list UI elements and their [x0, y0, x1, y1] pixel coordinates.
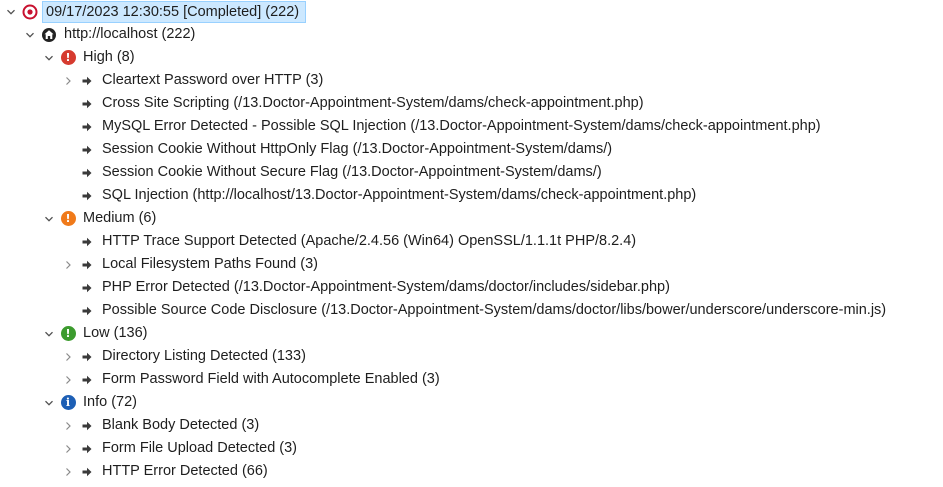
target-icon — [22, 4, 38, 20]
tree-node-alert[interactable]: Form Password Field with Autocomplete En… — [61, 368, 443, 391]
expand-chevron-icon[interactable] — [61, 460, 75, 483]
tree-node-scan[interactable]: 09/17/2023 12:30:55 [Completed] (222) — [4, 0, 307, 23]
alert-label: Directory Listing Detected (133) — [102, 348, 306, 364]
toggle-spacer — [61, 92, 75, 115]
tree-node-alert[interactable]: Cross Site Scripting (/13.Doctor-Appoint… — [61, 92, 647, 115]
alert-label: Possible Source Code Disclosure (/13.Doc… — [102, 302, 887, 318]
severity-group-label: Medium (6) — [83, 210, 157, 226]
tree-node-alert[interactable]: Blank Body Detected (3) — [61, 414, 262, 437]
expand-chevron-icon[interactable] — [61, 368, 75, 391]
scan-title: 09/17/2023 12:30:55 [Completed] (222) — [42, 0, 307, 23]
toggle-spacer — [61, 230, 75, 253]
severity-group-label: Info (72) — [83, 394, 137, 410]
alert-label: Form Password Field with Autocomplete En… — [102, 371, 440, 387]
collapse-chevron-icon[interactable] — [23, 23, 37, 46]
expand-chevron-icon[interactable] — [61, 437, 75, 460]
tree-node-site[interactable]: http://localhost (222) — [23, 23, 198, 46]
toggle-spacer — [61, 184, 75, 207]
alert-high-icon: ! — [60, 50, 76, 66]
alert-label: Blank Body Detected (3) — [102, 417, 260, 433]
alert-low-icon: ! — [60, 326, 76, 342]
tree-node-alert[interactable]: MySQL Error Detected - Possible SQL Inje… — [61, 115, 824, 138]
severity-group-label: High (8) — [83, 49, 135, 65]
arrow-right-icon — [79, 303, 95, 319]
expand-chevron-icon[interactable] — [61, 345, 75, 368]
arrow-right-icon — [79, 119, 95, 135]
expand-chevron-icon[interactable] — [61, 414, 75, 437]
alert-label: Session Cookie Without Secure Flag (/13.… — [102, 164, 602, 180]
severity-group-label: Low (136) — [83, 325, 148, 341]
tree-node-alert[interactable]: Session Cookie Without HttpOnly Flag (/1… — [61, 138, 615, 161]
tree-node-severity-group[interactable]: i Info (72) — [42, 391, 140, 414]
alert-label: PHP Error Detected (/13.Doctor-Appointme… — [102, 279, 670, 295]
alert-label: HTTP Trace Support Detected (Apache/2.4.… — [102, 233, 637, 249]
alert-label: Session Cookie Without HttpOnly Flag (/1… — [102, 141, 613, 157]
toggle-spacer — [61, 138, 75, 161]
tree-node-alert[interactable]: PHP Error Detected (/13.Doctor-Appointme… — [61, 276, 673, 299]
info-icon: i — [60, 395, 76, 411]
arrow-right-icon — [79, 234, 95, 250]
expand-chevron-icon[interactable] — [61, 69, 75, 92]
alert-label: Cross Site Scripting (/13.Doctor-Appoint… — [102, 95, 644, 111]
site-icon — [41, 27, 57, 43]
collapse-chevron-icon[interactable] — [42, 391, 56, 414]
arrow-right-icon — [79, 349, 95, 365]
arrow-right-icon — [79, 73, 95, 89]
tree-node-severity-group[interactable]: ! Medium (6) — [42, 207, 159, 230]
alert-label: Local Filesystem Paths Found (3) — [102, 256, 318, 272]
arrow-right-icon — [79, 464, 95, 480]
alert-label: Cleartext Password over HTTP (3) — [102, 72, 324, 88]
tree-node-severity-group[interactable]: ! High (8) — [42, 46, 138, 69]
toggle-spacer — [61, 276, 75, 299]
collapse-chevron-icon[interactable] — [42, 46, 56, 69]
alert-label: SQL Injection (http://localhost/13.Docto… — [102, 187, 697, 203]
arrow-right-icon — [79, 280, 95, 296]
arrow-right-icon — [79, 165, 95, 181]
arrow-right-icon — [79, 418, 95, 434]
tree-node-alert[interactable]: Cleartext Password over HTTP (3) — [61, 69, 326, 92]
collapse-chevron-icon[interactable] — [42, 207, 56, 230]
tree-node-alert[interactable]: Session Cookie Without Secure Flag (/13.… — [61, 161, 605, 184]
arrow-right-icon — [79, 257, 95, 273]
arrow-right-icon — [79, 96, 95, 112]
tree-node-alert[interactable]: Directory Listing Detected (133) — [61, 345, 309, 368]
alert-label: MySQL Error Detected - Possible SQL Inje… — [102, 118, 821, 134]
arrow-right-icon — [79, 372, 95, 388]
toggle-spacer — [61, 115, 75, 138]
tree-node-severity-group[interactable]: ! Low (136) — [42, 322, 150, 345]
arrow-right-icon — [79, 188, 95, 204]
site-label: http://localhost (222) — [64, 26, 196, 42]
alert-medium-icon: ! — [60, 211, 76, 227]
expand-chevron-icon[interactable] — [61, 253, 75, 276]
toggle-spacer — [61, 161, 75, 184]
tree-node-alert[interactable]: HTTP Error Detected (66) — [61, 460, 271, 483]
arrow-right-icon — [79, 142, 95, 158]
tree-node-alert[interactable]: Form File Upload Detected (3) — [61, 437, 300, 460]
tree-node-alert[interactable]: Possible Source Code Disclosure (/13.Doc… — [61, 299, 889, 322]
collapse-chevron-icon[interactable] — [4, 0, 18, 23]
tree-node-alert[interactable]: HTTP Trace Support Detected (Apache/2.4.… — [61, 230, 639, 253]
collapse-chevron-icon[interactable] — [42, 322, 56, 345]
alert-label: Form File Upload Detected (3) — [102, 440, 298, 456]
alert-label: HTTP Error Detected (66) — [102, 463, 268, 479]
arrow-right-icon — [79, 441, 95, 457]
toggle-spacer — [61, 299, 75, 322]
tree-node-alert[interactable]: Local Filesystem Paths Found (3) — [61, 253, 321, 276]
results-tree: 09/17/2023 12:30:55 [Completed] (222) htt… — [0, 0, 943, 487]
tree-node-alert[interactable]: SQL Injection (http://localhost/13.Docto… — [61, 184, 699, 207]
